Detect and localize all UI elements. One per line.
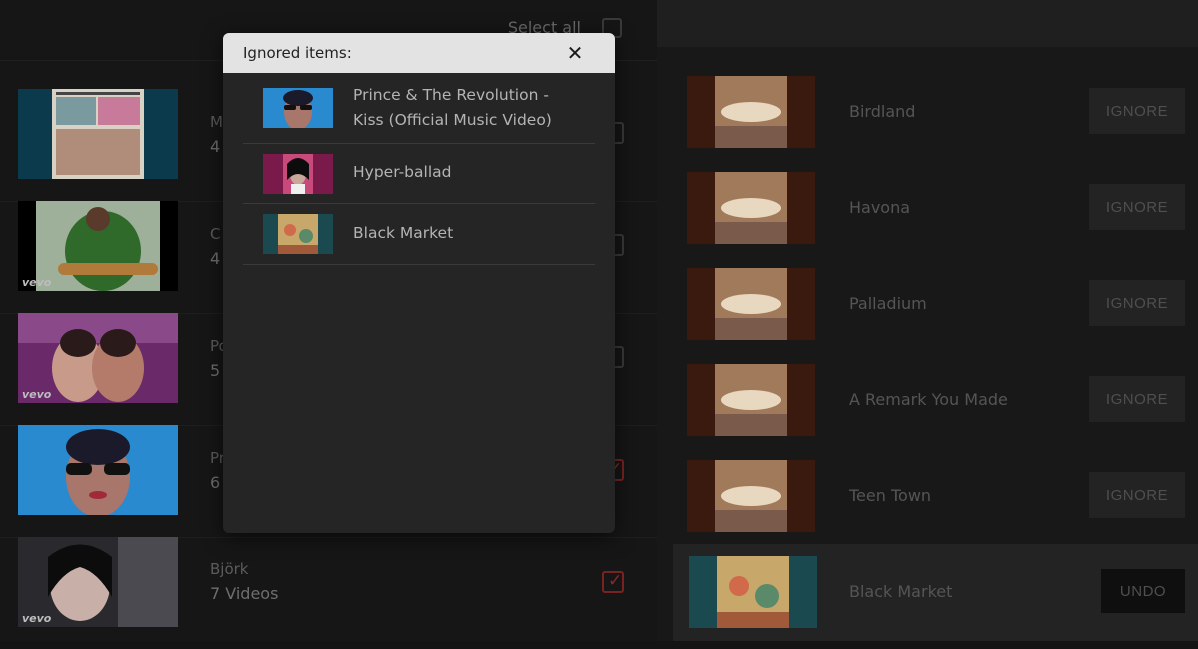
album-cover [687,172,815,244]
track-title: Birdland [849,102,916,121]
ignored-item-thumbnail [263,154,333,194]
artist-thumbnail: vevo [18,201,178,291]
track-list-header [657,0,1198,47]
track-title: Teen Town [849,486,932,505]
track-list-pane: Birdland IGNORE Havona IGNORE Palladium … [657,0,1198,641]
artist-row[interactable]: vevo Björk 7 Videos ✓ [0,537,657,649]
ignore-button[interactable]: IGNORE [1089,472,1185,518]
artist-video-count: 5 [210,361,221,380]
vevo-logo: vevo [22,276,52,289]
track-title: Palladium [849,294,927,313]
artist-name: M [210,113,223,131]
ignored-item-thumbnail [263,214,333,254]
artist-name: C [210,225,221,243]
ignored-item: Black Market [243,204,595,265]
album-cover [689,556,817,628]
artist-video-count: 4 [210,137,221,156]
ignored-item: Hyper-ballad [243,144,595,204]
check-mark-icon: ✓ [608,571,623,591]
track-title: Black Market [849,582,953,601]
artist-name: Björk [210,560,249,578]
artist-video-count: 7 Videos [210,584,279,603]
track-row: A Remark You Made IGNORE [673,360,1198,456]
modal-title: Ignored items: [243,44,352,62]
ignore-button[interactable]: IGNORE [1089,184,1185,230]
modal-header: Ignored items: ✕ [223,33,615,73]
ignored-item-title: Hyper-ballad [353,163,452,181]
undo-button[interactable]: UNDO [1101,569,1185,613]
album-cover [687,364,815,436]
vevo-logo: vevo [22,612,52,625]
ignored-item-title: Black Market [353,224,454,242]
artist-checkbox[interactable]: ✓ [602,571,624,593]
close-icon[interactable]: ✕ [563,41,587,65]
track-row: Palladium IGNORE [673,264,1198,360]
track-title: Havona [849,198,911,217]
ignored-item-title: Prince & The Revolution - Kiss (Official… [353,86,552,129]
artist-thumbnail: vevo [18,313,178,403]
ignored-item-thumbnail [263,88,333,128]
album-cover [687,268,815,340]
track-row: Birdland IGNORE [673,72,1198,168]
ignored-item: Prince & The Revolution - Kiss (Official… [243,73,595,144]
ignore-button[interactable]: IGNORE [1089,376,1185,422]
vevo-logo: vevo [22,388,52,401]
track-row-ignored: Black Market UNDO [673,544,1198,641]
artist-video-count: 6 [210,473,221,492]
track-row: Havona IGNORE [673,168,1198,264]
artist-thumbnail: vevo [18,537,178,627]
track-row: Teen Town IGNORE [673,456,1198,552]
ignored-items-modal: Ignored items: ✕ Prince & The Revolution… [223,33,615,533]
ignore-button[interactable]: IGNORE [1089,280,1185,326]
artist-thumbnail [18,425,178,515]
ignore-button[interactable]: IGNORE [1089,88,1185,134]
artist-thumbnail [18,89,178,179]
album-cover [687,460,815,532]
album-cover [687,76,815,148]
artist-video-count: 4 [210,249,221,268]
track-title: A Remark You Made [849,390,1008,409]
